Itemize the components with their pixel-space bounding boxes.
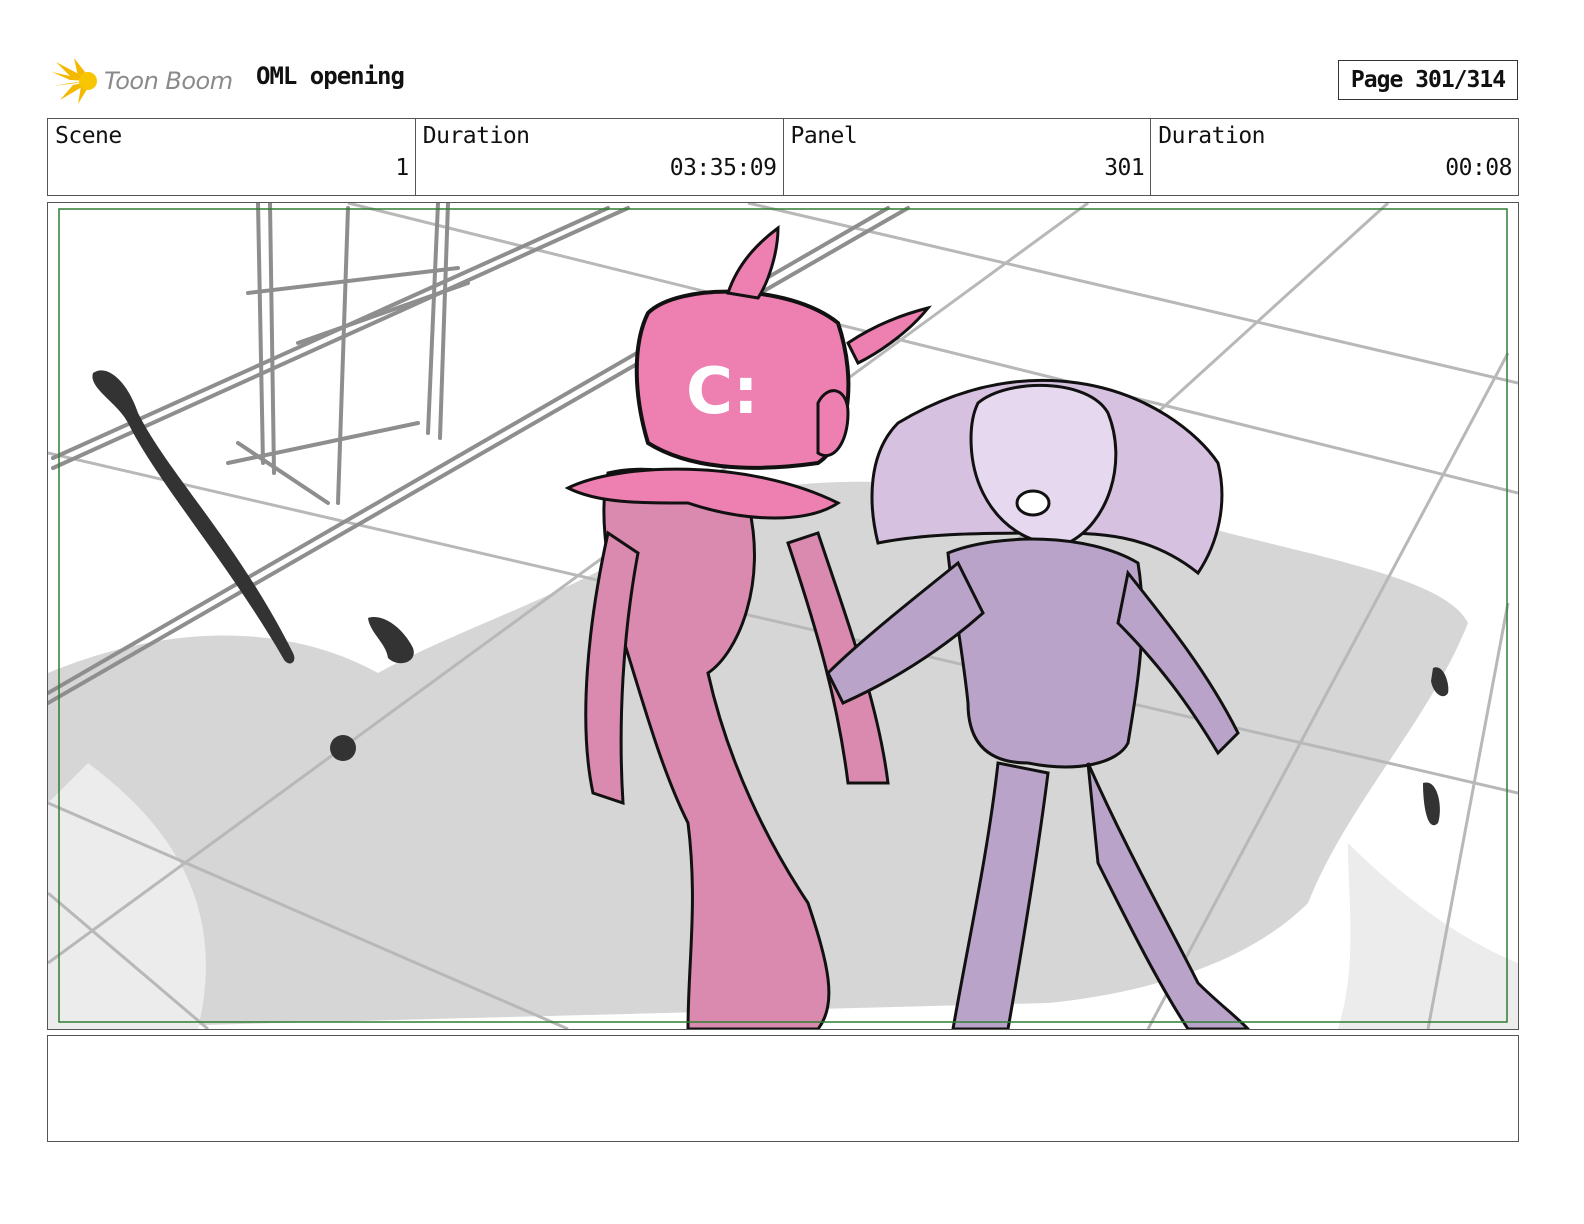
scene-duration-value: 03:35:09 [669, 155, 777, 181]
panel-label: Panel [790, 123, 858, 149]
document-title: OML opening [256, 62, 405, 90]
star-burst-icon [52, 58, 97, 104]
panel-duration-cell: Duration 00:08 [1151, 119, 1518, 195]
toon-boom-logo: Toon Boom [52, 56, 233, 106]
girl-body [946, 537, 1144, 769]
panel-duration-label: Duration [1158, 123, 1266, 149]
storyboard-panel: C: [47, 202, 1519, 1030]
floor-shadow-light-patch-2 [1338, 843, 1518, 1029]
panel-duration-value: 00:08 [1445, 155, 1512, 181]
panel-notes-box [47, 1035, 1519, 1142]
scene-info-table: Scene 1 Duration 03:35:09 Panel 301 Dura… [47, 118, 1519, 196]
scene-duration-label: Duration [422, 123, 530, 149]
page-indicator: Page 301/314 [1338, 60, 1518, 100]
robot-ear-right [846, 305, 932, 366]
robot-face-glyph: C: [686, 355, 759, 429]
scene-duration-cell: Duration 03:35:09 [416, 119, 784, 195]
panel-cell: Panel 301 [784, 119, 1152, 195]
scene-label: Scene [55, 123, 122, 149]
scene-value: 1 [395, 155, 409, 181]
girl-mouth [1015, 489, 1051, 517]
panel-sketch: C: [48, 203, 1518, 1029]
logo-text: Toon Boom [104, 67, 233, 95]
robot-headphone [816, 389, 850, 457]
panel-value: 301 [1104, 155, 1145, 181]
scene-cell: Scene 1 [48, 119, 416, 195]
